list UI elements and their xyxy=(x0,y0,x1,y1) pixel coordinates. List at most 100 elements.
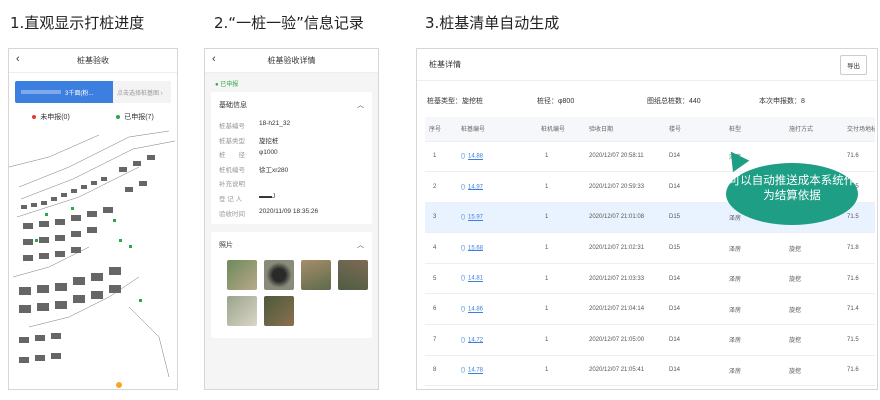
photo-thumbnail[interactable] xyxy=(264,295,294,326)
table-cell: 2020/12/07 21:05:41 xyxy=(585,355,665,387)
table-cell[interactable]: 14.81 xyxy=(457,263,537,295)
column-header: 验收日期 xyxy=(585,117,665,142)
table-cell: 8 xyxy=(425,355,457,387)
drawing-selector[interactable]: 3千面(粉... 点击选择桩基图 › xyxy=(15,81,171,103)
table-cell: 71.4 xyxy=(843,293,875,326)
section-header[interactable]: 基础信息 ︿ xyxy=(211,92,372,116)
table-cell: 2020/12/07 21:05:00 xyxy=(585,324,665,356)
selected-drawing[interactable]: 3千面(粉... xyxy=(15,81,113,103)
table-cell[interactable]: 15.97 xyxy=(457,202,537,234)
pile-layout-map[interactable] xyxy=(9,127,178,390)
table-cell: D14 xyxy=(665,141,725,173)
photo-thumbnail[interactable] xyxy=(338,259,368,290)
info-field: 桩基编号 18-h21_32 xyxy=(219,120,291,130)
location-pin-icon xyxy=(461,214,465,221)
pile-number-link[interactable]: 14.78 xyxy=(468,368,483,374)
table-cell: 旋挖 xyxy=(785,263,843,295)
info-field: 补充说明 xyxy=(219,181,245,189)
table-cell[interactable]: 14.88 xyxy=(457,141,537,173)
column-header: 序号 xyxy=(425,117,457,142)
column-header: 桩型 xyxy=(725,117,785,142)
section-header[interactable]: 照片 ︿ xyxy=(211,232,372,256)
list-header: 桩基详情 导出 xyxy=(417,49,877,81)
table-row[interactable]: 7 14.72 1 2020/12/07 21:05:00 D14 泽房 旋挖 71.5 xyxy=(425,324,875,356)
table-cell[interactable]: 14.72 xyxy=(457,324,537,356)
photo-thumbnail[interactable] xyxy=(227,259,257,290)
location-pin-icon xyxy=(461,336,465,343)
status-legend: 未申报(0) 已申报(7) xyxy=(9,112,177,122)
table-row[interactable]: 8 14.78 1 2020/12/07 21:05:41 D14 泽房 旋挖 71.6 xyxy=(425,355,875,387)
acceptance-detail-screen: ‹ 桩基验收详情 ● 已申报 基础信息 ︿ 桩基编号 18-h21_32 桩基类型… xyxy=(204,48,379,390)
summary-diameter: 桩径：φ800 xyxy=(537,98,575,105)
table-cell: 2020/12/07 20:59:33 xyxy=(585,171,665,203)
caption-progress: 1.直观显示打桩进度 xyxy=(10,14,145,32)
column-header: 交付场地标 xyxy=(843,117,875,142)
section-title: 照片 xyxy=(219,241,233,249)
table-cell[interactable]: 14.97 xyxy=(457,171,537,203)
export-button[interactable]: 导出 xyxy=(840,54,867,75)
table-cell: D14 xyxy=(665,171,725,203)
pile-number-link[interactable]: 14.88 xyxy=(468,154,483,160)
table-cell[interactable]: 14.86 xyxy=(457,293,537,326)
photos-card: 照片 ︿ xyxy=(211,231,372,338)
table-cell: 71.6 xyxy=(843,141,875,173)
chevron-up-icon[interactable]: ︿ xyxy=(357,240,364,250)
table-cell: D14 xyxy=(665,263,725,295)
table-cell[interactable]: 15.68 xyxy=(457,232,537,264)
screen-header: ‹ 桩基验收 xyxy=(9,49,177,73)
info-field: 验收时间 2020/11/09 18:35:26 xyxy=(219,207,319,218)
table-row[interactable]: 6 14.86 1 2020/12/07 21:04:14 D14 泽房 旋挖 71.4 xyxy=(425,293,875,326)
back-arrow-icon[interactable]: ‹ xyxy=(16,53,20,65)
pile-number-link[interactable]: 15.97 xyxy=(468,215,483,221)
pile-number-link[interactable]: 15.68 xyxy=(468,245,483,251)
table-cell: 旋挖 xyxy=(785,355,843,387)
info-field: 桩机编号 徐工xr280 xyxy=(219,166,289,174)
table-cell[interactable]: 14.78 xyxy=(457,355,537,387)
pile-number-link[interactable]: 14.72 xyxy=(468,337,483,343)
table-cell: 3 xyxy=(425,202,457,234)
table-cell: 2020/12/07 21:01:08 xyxy=(585,202,665,234)
table-cell: 1 xyxy=(537,293,585,326)
photo-thumbnail[interactable] xyxy=(301,259,331,290)
location-pin-icon xyxy=(461,367,465,374)
table-cell: 2020/12/07 21:03:33 xyxy=(585,263,665,295)
table-cell: 旋挖 xyxy=(785,324,843,356)
summary-bar: 桩基类型：旋挖桩 桩径：φ800 图纸总桩数：440 本次申报数：8 xyxy=(417,81,877,117)
table-cell: 旋挖 xyxy=(785,232,843,264)
photo-thumbnail[interactable] xyxy=(264,259,294,290)
info-field: 桩 径 φ1000 xyxy=(219,149,278,160)
info-field: 桩基类型 旋挖桩 xyxy=(219,137,279,145)
table-cell: 泽房 xyxy=(725,232,785,264)
status-badge: ● 已申报 xyxy=(215,82,239,88)
section-title: 基础信息 xyxy=(219,102,247,109)
basic-info-card: 基础信息 ︿ 桩基编号 18-h21_32 桩基类型 旋挖桩 桩 径 φ1000 桩机… xyxy=(211,92,372,224)
pile-number-link[interactable]: 14.81 xyxy=(468,276,483,282)
table-row[interactable]: 4 15.68 1 2020/12/07 21:02:31 D15 泽房 旋挖 71.8 xyxy=(425,232,875,264)
table-cell: 旋挖 xyxy=(785,293,843,326)
table-cell: D14 xyxy=(665,355,725,387)
table-cell: 1 xyxy=(537,355,585,387)
table-cell: 2020/12/07 21:02:31 xyxy=(585,232,665,264)
column-header: 施打方式 xyxy=(785,117,843,142)
table-cell: 71.8 xyxy=(843,232,875,264)
table-cell: 2020/12/07 21:04:14 xyxy=(585,293,665,326)
table-cell: 5 xyxy=(425,263,457,295)
location-pin-icon xyxy=(461,305,465,312)
table-cell: 71.6 xyxy=(843,263,875,295)
pile-number-link[interactable]: 14.86 xyxy=(468,307,483,313)
photo-thumbnail[interactable] xyxy=(227,295,257,326)
table-cell: 1 xyxy=(425,141,457,173)
table-cell: 2020/12/07 20:58:11 xyxy=(585,141,665,173)
select-drawing-hint[interactable]: 点击选择桩基图 › xyxy=(113,81,171,103)
back-arrow-icon[interactable]: ‹ xyxy=(212,53,216,65)
legend-unreported: 未申报(0) xyxy=(32,112,70,122)
red-dot-icon xyxy=(32,115,37,120)
table-row[interactable]: 5 14.81 1 2020/12/07 21:03:33 D14 泽房 旋挖 71.6 xyxy=(425,263,875,295)
table-cell: 71.6 xyxy=(843,355,875,387)
table-cell: 泽房 xyxy=(725,324,785,356)
chevron-up-icon[interactable]: ︿ xyxy=(357,100,364,110)
green-dot-icon xyxy=(116,115,121,120)
pile-number-link[interactable]: 14.97 xyxy=(468,184,483,190)
info-field: 登 记 人 ▬▬J xyxy=(219,192,276,203)
screen-title: 桩基验收 xyxy=(77,56,109,65)
